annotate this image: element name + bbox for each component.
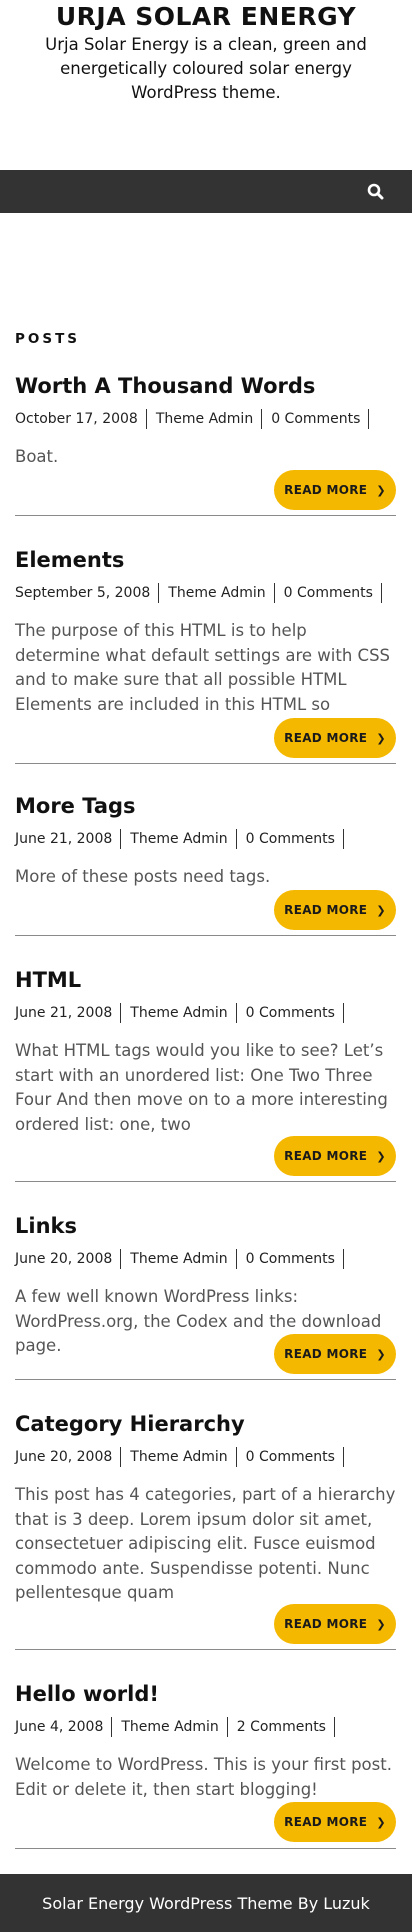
post-title[interactable]: More Tags [15, 792, 396, 820]
post-meta: June 20, 2008 Theme Admin 0 Comments [15, 1249, 396, 1269]
main-navbar [0, 170, 412, 213]
read-more-label: READ MORE [284, 483, 368, 497]
site-header: URJA SOLAR ENERGY Urja Solar Energy is a… [0, 0, 412, 170]
post-item: Worth A Thousand Words October 17, 2008 … [15, 372, 396, 516]
read-more-label: READ MORE [284, 903, 368, 917]
chevron-right-icon: ❯ [376, 1149, 386, 1163]
post-title[interactable]: Elements [15, 546, 396, 574]
post-author[interactable]: Theme Admin [130, 1003, 237, 1023]
post-date[interactable]: October 17, 2008 [15, 409, 147, 429]
post-divider [15, 1848, 396, 1849]
post-date[interactable]: September 5, 2008 [15, 583, 160, 603]
section-heading-posts: POSTS [15, 331, 81, 347]
site-title[interactable]: URJA SOLAR ENERGY [0, 2, 412, 31]
read-more-label: READ MORE [284, 731, 368, 745]
post-meta: September 5, 2008 Theme Admin 0 Comments [15, 583, 396, 603]
post-date[interactable]: June 20, 2008 [15, 1249, 122, 1269]
post-meta: June 21, 2008 Theme Admin 0 Comments [15, 1003, 396, 1023]
post-title[interactable]: HTML [15, 966, 396, 994]
search-icon [367, 183, 384, 200]
post-comments[interactable]: 0 Comments [246, 1447, 344, 1467]
read-more-label: READ MORE [284, 1347, 368, 1361]
post-item: Category Hierarchy June 20, 2008 Theme A… [15, 1410, 396, 1650]
post-comments[interactable]: 0 Comments [271, 409, 370, 429]
post-author[interactable]: Theme Admin [156, 409, 263, 429]
post-title[interactable]: Links [15, 1212, 396, 1240]
chevron-right-icon: ❯ [376, 731, 386, 745]
post-divider [15, 1379, 396, 1380]
post-author[interactable]: Theme Admin [121, 1717, 228, 1737]
post-divider [15, 935, 396, 936]
post-item: Links June 20, 2008 Theme Admin 0 Commen… [15, 1212, 396, 1380]
chevron-right-icon: ❯ [376, 1347, 386, 1361]
post-divider [15, 1181, 396, 1182]
post-date[interactable]: June 20, 2008 [15, 1447, 122, 1467]
post-author[interactable]: Theme Admin [130, 829, 237, 849]
post-divider [15, 1649, 396, 1650]
post-meta: June 21, 2008 Theme Admin 0 Comments [15, 829, 396, 849]
read-more-label: READ MORE [284, 1815, 368, 1829]
post-item: Elements September 5, 2008 Theme Admin 0… [15, 546, 396, 764]
footer-credit[interactable]: Solar Energy WordPress Theme By Luzuk [42, 1894, 370, 1913]
post-date[interactable]: June 21, 2008 [15, 1003, 122, 1023]
read-more-button[interactable]: READ MORE ❯ [274, 1604, 396, 1644]
post-excerpt: More of these posts need tags. [15, 867, 271, 886]
post-excerpt: Welcome to WordPress. This is your first… [15, 1755, 392, 1799]
post-meta: June 20, 2008 Theme Admin 0 Comments [15, 1447, 396, 1467]
site-footer: Solar Energy WordPress Theme By Luzuk [0, 1874, 412, 1932]
post-comments[interactable]: 0 Comments [284, 583, 382, 603]
post-comments[interactable]: 0 Comments [246, 829, 344, 849]
post-title[interactable]: Worth A Thousand Words [15, 372, 396, 400]
post-item: More Tags June 21, 2008 Theme Admin 0 Co… [15, 792, 396, 936]
read-more-button[interactable]: READ MORE ❯ [274, 1334, 396, 1374]
post-title[interactable]: Category Hierarchy [15, 1410, 396, 1438]
post-excerpt: This post has 4 categories, part of a hi… [15, 1485, 396, 1602]
post-comments[interactable]: 0 Comments [246, 1249, 344, 1269]
chevron-right-icon: ❯ [376, 1815, 386, 1829]
read-more-label: READ MORE [284, 1617, 368, 1631]
post-item: Hello world! June 4, 2008 Theme Admin 2 … [15, 1680, 396, 1849]
read-more-button[interactable]: READ MORE ❯ [274, 1802, 396, 1842]
read-more-label: READ MORE [284, 1149, 368, 1163]
post-comments[interactable]: 0 Comments [246, 1003, 344, 1023]
post-meta: October 17, 2008 Theme Admin 0 Comments [15, 409, 396, 429]
post-excerpt: Boat. [15, 447, 59, 466]
post-item: HTML June 21, 2008 Theme Admin 0 Comment… [15, 966, 396, 1182]
read-more-button[interactable]: READ MORE ❯ [274, 470, 396, 510]
read-more-button[interactable]: READ MORE ❯ [274, 1136, 396, 1176]
post-meta: June 4, 2008 Theme Admin 2 Comments [15, 1717, 396, 1737]
post-author[interactable]: Theme Admin [168, 583, 275, 603]
chevron-right-icon: ❯ [376, 1617, 386, 1631]
post-divider [15, 763, 396, 764]
post-excerpt: What HTML tags would you like to see? Le… [15, 1041, 388, 1134]
post-divider [15, 515, 396, 516]
post-author[interactable]: Theme Admin [130, 1249, 237, 1269]
post-date[interactable]: June 21, 2008 [15, 829, 122, 849]
site-description: Urja Solar Energy is a clean, green and … [45, 35, 367, 102]
chevron-right-icon: ❯ [376, 903, 386, 917]
post-comments[interactable]: 2 Comments [237, 1717, 335, 1737]
post-date[interactable]: June 4, 2008 [15, 1717, 113, 1737]
read-more-button[interactable]: READ MORE ❯ [274, 718, 396, 758]
read-more-button[interactable]: READ MORE ❯ [274, 890, 396, 930]
post-excerpt: The purpose of this HTML is to help dete… [15, 621, 391, 714]
post-title[interactable]: Hello world! [15, 1680, 396, 1708]
chevron-right-icon: ❯ [376, 483, 386, 497]
post-author[interactable]: Theme Admin [130, 1447, 237, 1467]
search-button[interactable] [366, 182, 386, 202]
